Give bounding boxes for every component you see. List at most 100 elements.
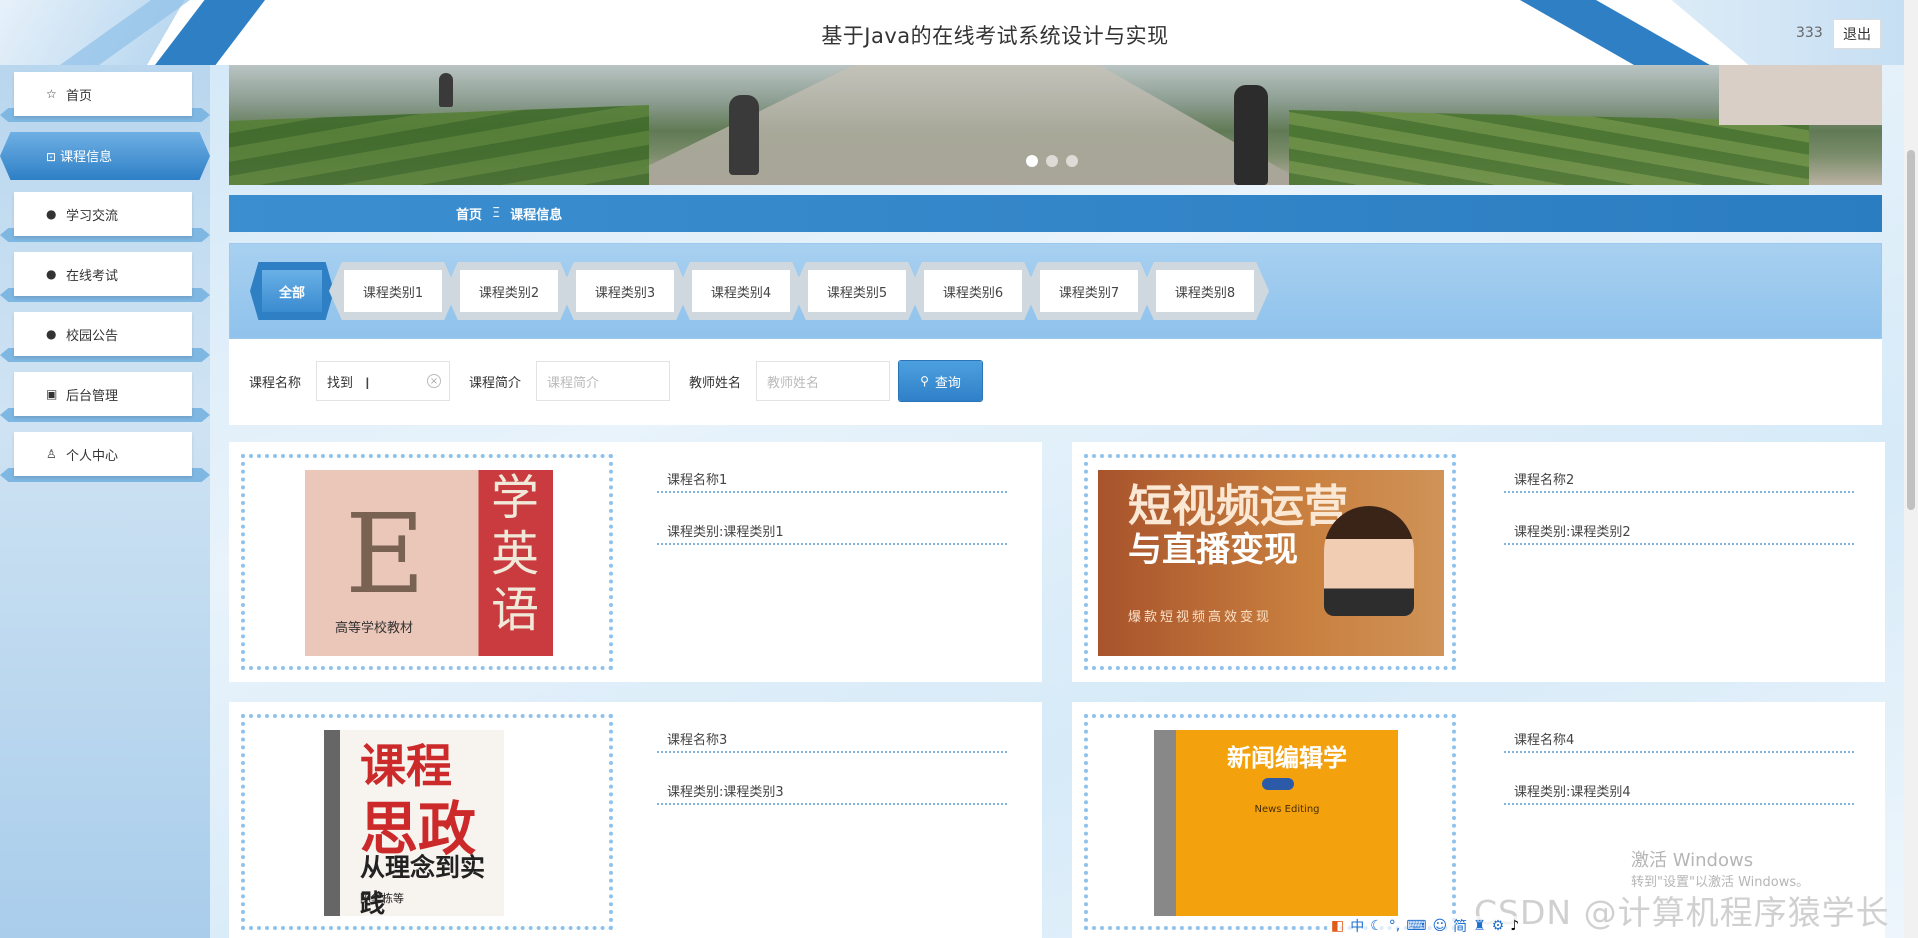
cover-spine: [1154, 730, 1176, 916]
tab-label: 课程类别2: [460, 270, 558, 312]
sidebar-button[interactable]: ● 在线考试: [14, 252, 192, 296]
banner-photo-person: [729, 95, 759, 175]
tab-category-7[interactable]: 课程类别7: [1025, 262, 1153, 320]
search-icon: ⚲: [920, 374, 929, 388]
ime-logo-icon: ◧: [1331, 918, 1345, 934]
scrollbar-thumb[interactable]: [1907, 150, 1915, 510]
carousel-dot[interactable]: [1026, 155, 1038, 167]
course-intro-placeholder: 课程简介: [547, 375, 600, 391]
info-icon: ●: [46, 327, 57, 341]
sidebar-item-courses[interactable]: ⊡ 课程信息: [0, 132, 210, 180]
breadcrumb-home[interactable]: 首页: [456, 204, 482, 223]
course-card[interactable]: 短视频运营 与直播变现 爆款短视频高效变现 课程名称2 课程类别:课程类别2: [1072, 442, 1885, 682]
sidebar-button[interactable]: ● 校园公告: [14, 312, 192, 356]
course-category: 课程类别:课程类别4: [1504, 769, 1854, 805]
tab-category-5[interactable]: 课程类别5: [793, 262, 921, 320]
course-name-value: 找到: [327, 375, 354, 391]
teacher-name-label: 教师姓名: [689, 376, 742, 391]
settings-icon[interactable]: ⚙: [1492, 918, 1505, 934]
course-category: 课程类别:课程类别1: [657, 509, 1007, 545]
logout-button[interactable]: 退出: [1833, 19, 1881, 49]
course-name: 课程名称4: [1504, 717, 1854, 753]
course-name: 课程名称1: [657, 457, 1007, 493]
course-cover-image[interactable]: 课程 思政 从理念到实践 陈华栋等: [324, 730, 504, 916]
course-intro-input[interactable]: 课程简介: [536, 361, 670, 401]
course-intro-label: 课程简介: [469, 376, 522, 391]
search-button[interactable]: ⚲ 查询: [899, 361, 982, 401]
cover-text: 与直播变现: [1128, 530, 1298, 570]
sidebar-item-notice[interactable]: ● 校园公告: [0, 312, 210, 362]
course-card[interactable]: E 学英语 高等学校教材 课程名称1 课程类别:课程类别1: [229, 442, 1042, 682]
star-icon: ☆: [46, 87, 57, 101]
teacher-name-placeholder: 教师姓名: [767, 375, 820, 391]
carousel-dot[interactable]: [1066, 155, 1078, 167]
cover-text: 爆款短视频高效变现: [1128, 610, 1273, 625]
banner-photo-person: [439, 73, 453, 107]
activate-windows-watermark: 激活 Windows: [1631, 850, 1754, 871]
sidebar-item-label: ⊡ 课程信息: [46, 146, 112, 165]
course-name-input[interactable]: 找到 I ×: [316, 361, 450, 401]
tab-label: 课程类别4: [692, 270, 790, 312]
cover-edition-badge: [1262, 778, 1294, 790]
tab-label: 课程类别6: [924, 270, 1022, 312]
sidebar-item-profile[interactable]: ♙ 个人中心: [0, 432, 210, 482]
course-name-label: 课程名称: [249, 376, 302, 391]
course-card[interactable]: 课程 思政 从理念到实践 陈华栋等 课程名称3 课程类别:课程类别3: [229, 702, 1042, 938]
tab-label: 全部: [262, 270, 322, 312]
sidebar-button[interactable]: ☆ 首页: [14, 72, 192, 116]
tab-category-1[interactable]: 课程类别1: [329, 262, 457, 320]
cover-text: News Editing: [1254, 804, 1320, 815]
banner-photo-building: [1719, 65, 1882, 125]
course-name: 课程名称3: [657, 717, 1007, 753]
course-name: 课程名称2: [1504, 457, 1854, 493]
course-cover-image[interactable]: 短视频运营 与直播变现 爆款短视频高效变现: [1098, 470, 1444, 656]
current-username[interactable]: 333: [1796, 25, 1823, 41]
sidebar: ☆ 首页 ⊡ 课程信息 ● 学习交流 ● 在线考试 ● 校园公告 ▣ 后台管理 …: [0, 65, 210, 938]
course-cover-image[interactable]: E 学英语 高等学校教材: [305, 470, 553, 656]
sidebar-item-admin[interactable]: ▣ 后台管理: [0, 372, 210, 422]
sidebar-button[interactable]: ▣ 后台管理: [14, 372, 192, 416]
tab-label: 课程类别8: [1156, 270, 1254, 312]
sidebar-button[interactable]: ● 学习交流: [14, 192, 192, 236]
tab-category-2[interactable]: 课程类别2: [445, 262, 573, 320]
tab-all[interactable]: 全部: [250, 262, 334, 320]
course-cover-image[interactable]: 新闻编辑学 News Editing: [1154, 730, 1398, 916]
search-button-label: 查询: [934, 375, 961, 391]
keyboard-icon[interactable]: ⌨: [1406, 918, 1426, 934]
clear-icon[interactable]: ×: [427, 374, 441, 388]
cover-text: E: [345, 490, 426, 618]
question-icon: ●: [46, 267, 57, 281]
course-category: 课程类别:课程类别3: [657, 769, 1007, 805]
moon-icon[interactable]: ☾: [1370, 918, 1383, 934]
tab-label: 课程类别7: [1040, 270, 1138, 312]
emoji-icon[interactable]: ☺: [1432, 918, 1447, 934]
breadcrumb-separator: Ξ: [492, 206, 501, 221]
sidebar-item-discussion[interactable]: ● 学习交流: [0, 192, 210, 242]
teacher-name-input[interactable]: 教师姓名: [756, 361, 890, 401]
carousel-dot[interactable]: [1046, 155, 1058, 167]
bag-icon: ⊡: [46, 150, 57, 164]
tab-category-4[interactable]: 课程类别4: [677, 262, 805, 320]
tiktok-icon[interactable]: ♪: [1510, 918, 1519, 934]
sidebar-button[interactable]: ♙ 个人中心: [14, 432, 192, 476]
punctuation-icon[interactable]: °,: [1389, 918, 1400, 934]
tab-category-6[interactable]: 课程类别6: [909, 262, 1037, 320]
sidebar-item-exam[interactable]: ● 在线考试: [0, 252, 210, 302]
sidebar-item-home[interactable]: ☆ 首页: [0, 72, 210, 122]
ime-mode-chinese[interactable]: 中: [1350, 916, 1364, 936]
page-scrollbar[interactable]: [1904, 0, 1918, 938]
sidebar-item-label: 在线考试: [66, 268, 119, 284]
tab-category-8[interactable]: 课程类别8: [1141, 262, 1269, 320]
cover-spine: [324, 730, 340, 916]
breadcrumb: 首页 Ξ 课程信息: [229, 195, 1882, 232]
banner-photo-person: [1234, 85, 1268, 185]
ime-simplified[interactable]: 简: [1453, 916, 1467, 936]
sidebar-item-label: 个人中心: [66, 448, 119, 464]
text-cursor-icon: I: [365, 374, 370, 393]
cover-text: 陈华栋等: [360, 892, 404, 905]
tab-category-3[interactable]: 课程类别3: [561, 262, 689, 320]
top-header: 基于Java的在线考试系统设计与实现 333 退出: [0, 0, 1918, 65]
banner-carousel[interactable]: [229, 65, 1882, 185]
skin-icon[interactable]: ♜: [1473, 918, 1486, 934]
breadcrumb-current: 课程信息: [510, 208, 563, 223]
